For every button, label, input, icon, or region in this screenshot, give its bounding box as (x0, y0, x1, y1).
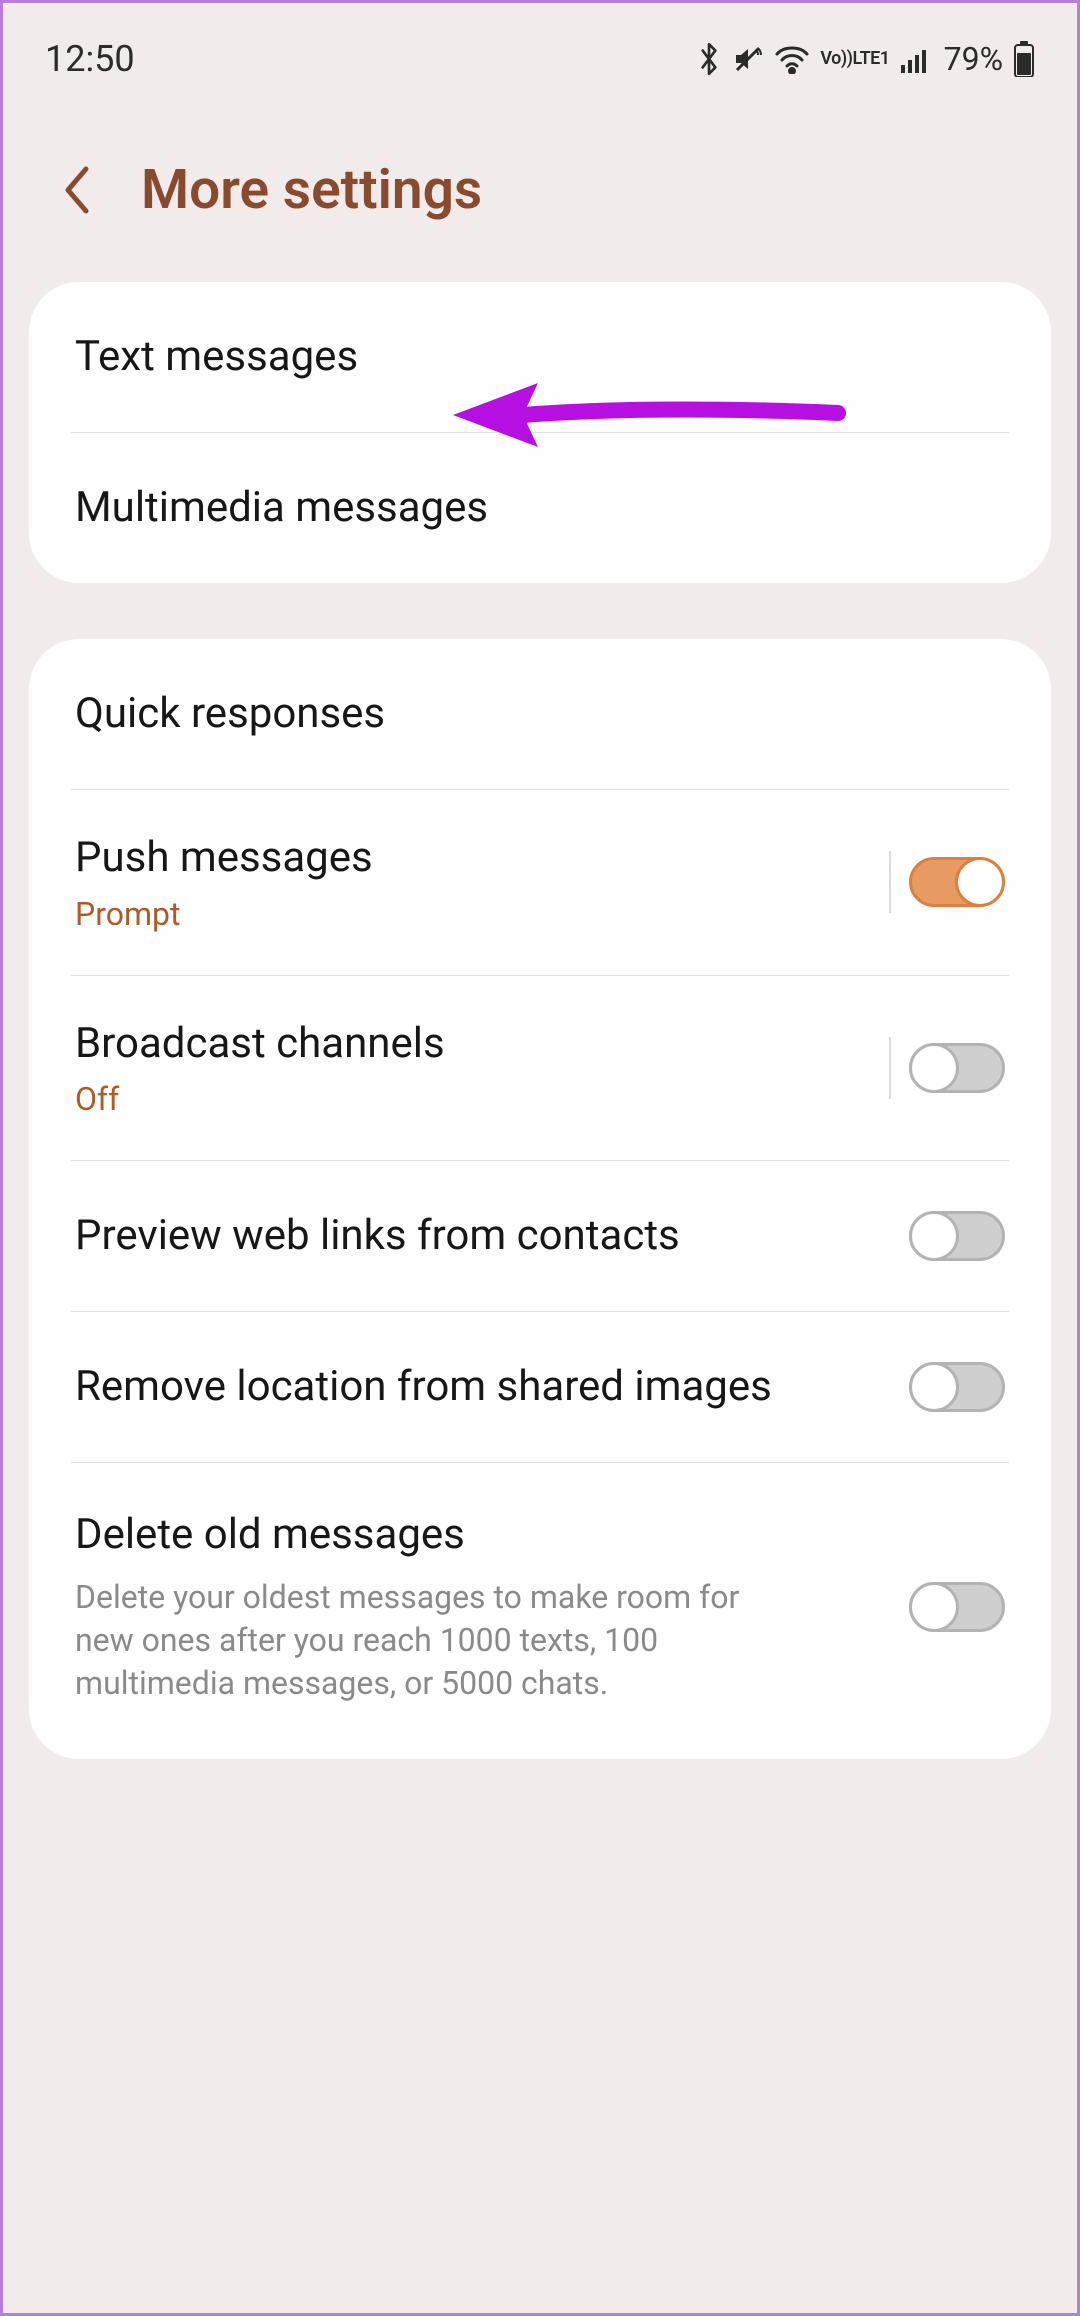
row-title: Remove location from shared images (75, 1361, 889, 1414)
volte-icon: Vo))LTE1 (820, 51, 889, 67)
page-title: More settings (141, 158, 482, 222)
row-delete-old-messages[interactable]: Delete old messages Delete your oldest m… (29, 1463, 1051, 1759)
separator (889, 1037, 891, 1099)
wifi-icon (774, 44, 810, 74)
toggle-broadcast-channels[interactable] (909, 1043, 1005, 1093)
row-text-messages[interactable]: Text messages (29, 282, 1051, 432)
row-title: Text messages (75, 331, 985, 384)
mute-icon (732, 43, 764, 75)
row-broadcast-channels[interactable]: Broadcast channels Off (29, 976, 1051, 1161)
row-push-messages[interactable]: Push messages Prompt (29, 790, 1051, 975)
toggle-remove-location[interactable] (909, 1362, 1005, 1412)
header: More settings (3, 103, 1077, 282)
row-quick-responses[interactable]: Quick responses (29, 639, 1051, 789)
row-preview-web-links[interactable]: Preview web links from contacts (29, 1161, 1051, 1311)
row-multimedia-messages[interactable]: Multimedia messages (29, 433, 1051, 583)
toggle-preview-web-links[interactable] (909, 1211, 1005, 1261)
row-title: Preview web links from contacts (75, 1210, 889, 1263)
section-message-types: Text messages Multimedia messages (29, 282, 1051, 583)
back-button[interactable] (53, 165, 103, 215)
battery-percent: 79% (944, 40, 1003, 78)
status-bar: 12:50 Vo))LTE1 (3, 3, 1077, 103)
signal-icon (900, 45, 932, 73)
status-icons: Vo))LTE1 79% (696, 40, 1035, 78)
row-remove-location[interactable]: Remove location from shared images (29, 1312, 1051, 1462)
bluetooth-icon (696, 41, 722, 77)
row-title: Delete old messages (75, 1509, 889, 1562)
battery-icon (1013, 41, 1035, 77)
row-title: Push messages (75, 832, 869, 885)
row-title: Multimedia messages (75, 482, 985, 535)
toggle-push-messages[interactable] (909, 857, 1005, 907)
chevron-left-icon (60, 163, 96, 217)
status-time: 12:50 (45, 38, 135, 80)
row-description: Delete your oldest messages to make room… (75, 1576, 755, 1706)
row-title: Broadcast channels (75, 1018, 869, 1071)
toggle-delete-old-messages[interactable] (909, 1582, 1005, 1632)
separator (889, 851, 891, 913)
row-subtitle: Off (75, 1080, 869, 1118)
row-title: Quick responses (75, 688, 985, 741)
row-subtitle: Prompt (75, 895, 869, 933)
section-more-options: Quick responses Push messages Prompt Bro… (29, 639, 1051, 1759)
